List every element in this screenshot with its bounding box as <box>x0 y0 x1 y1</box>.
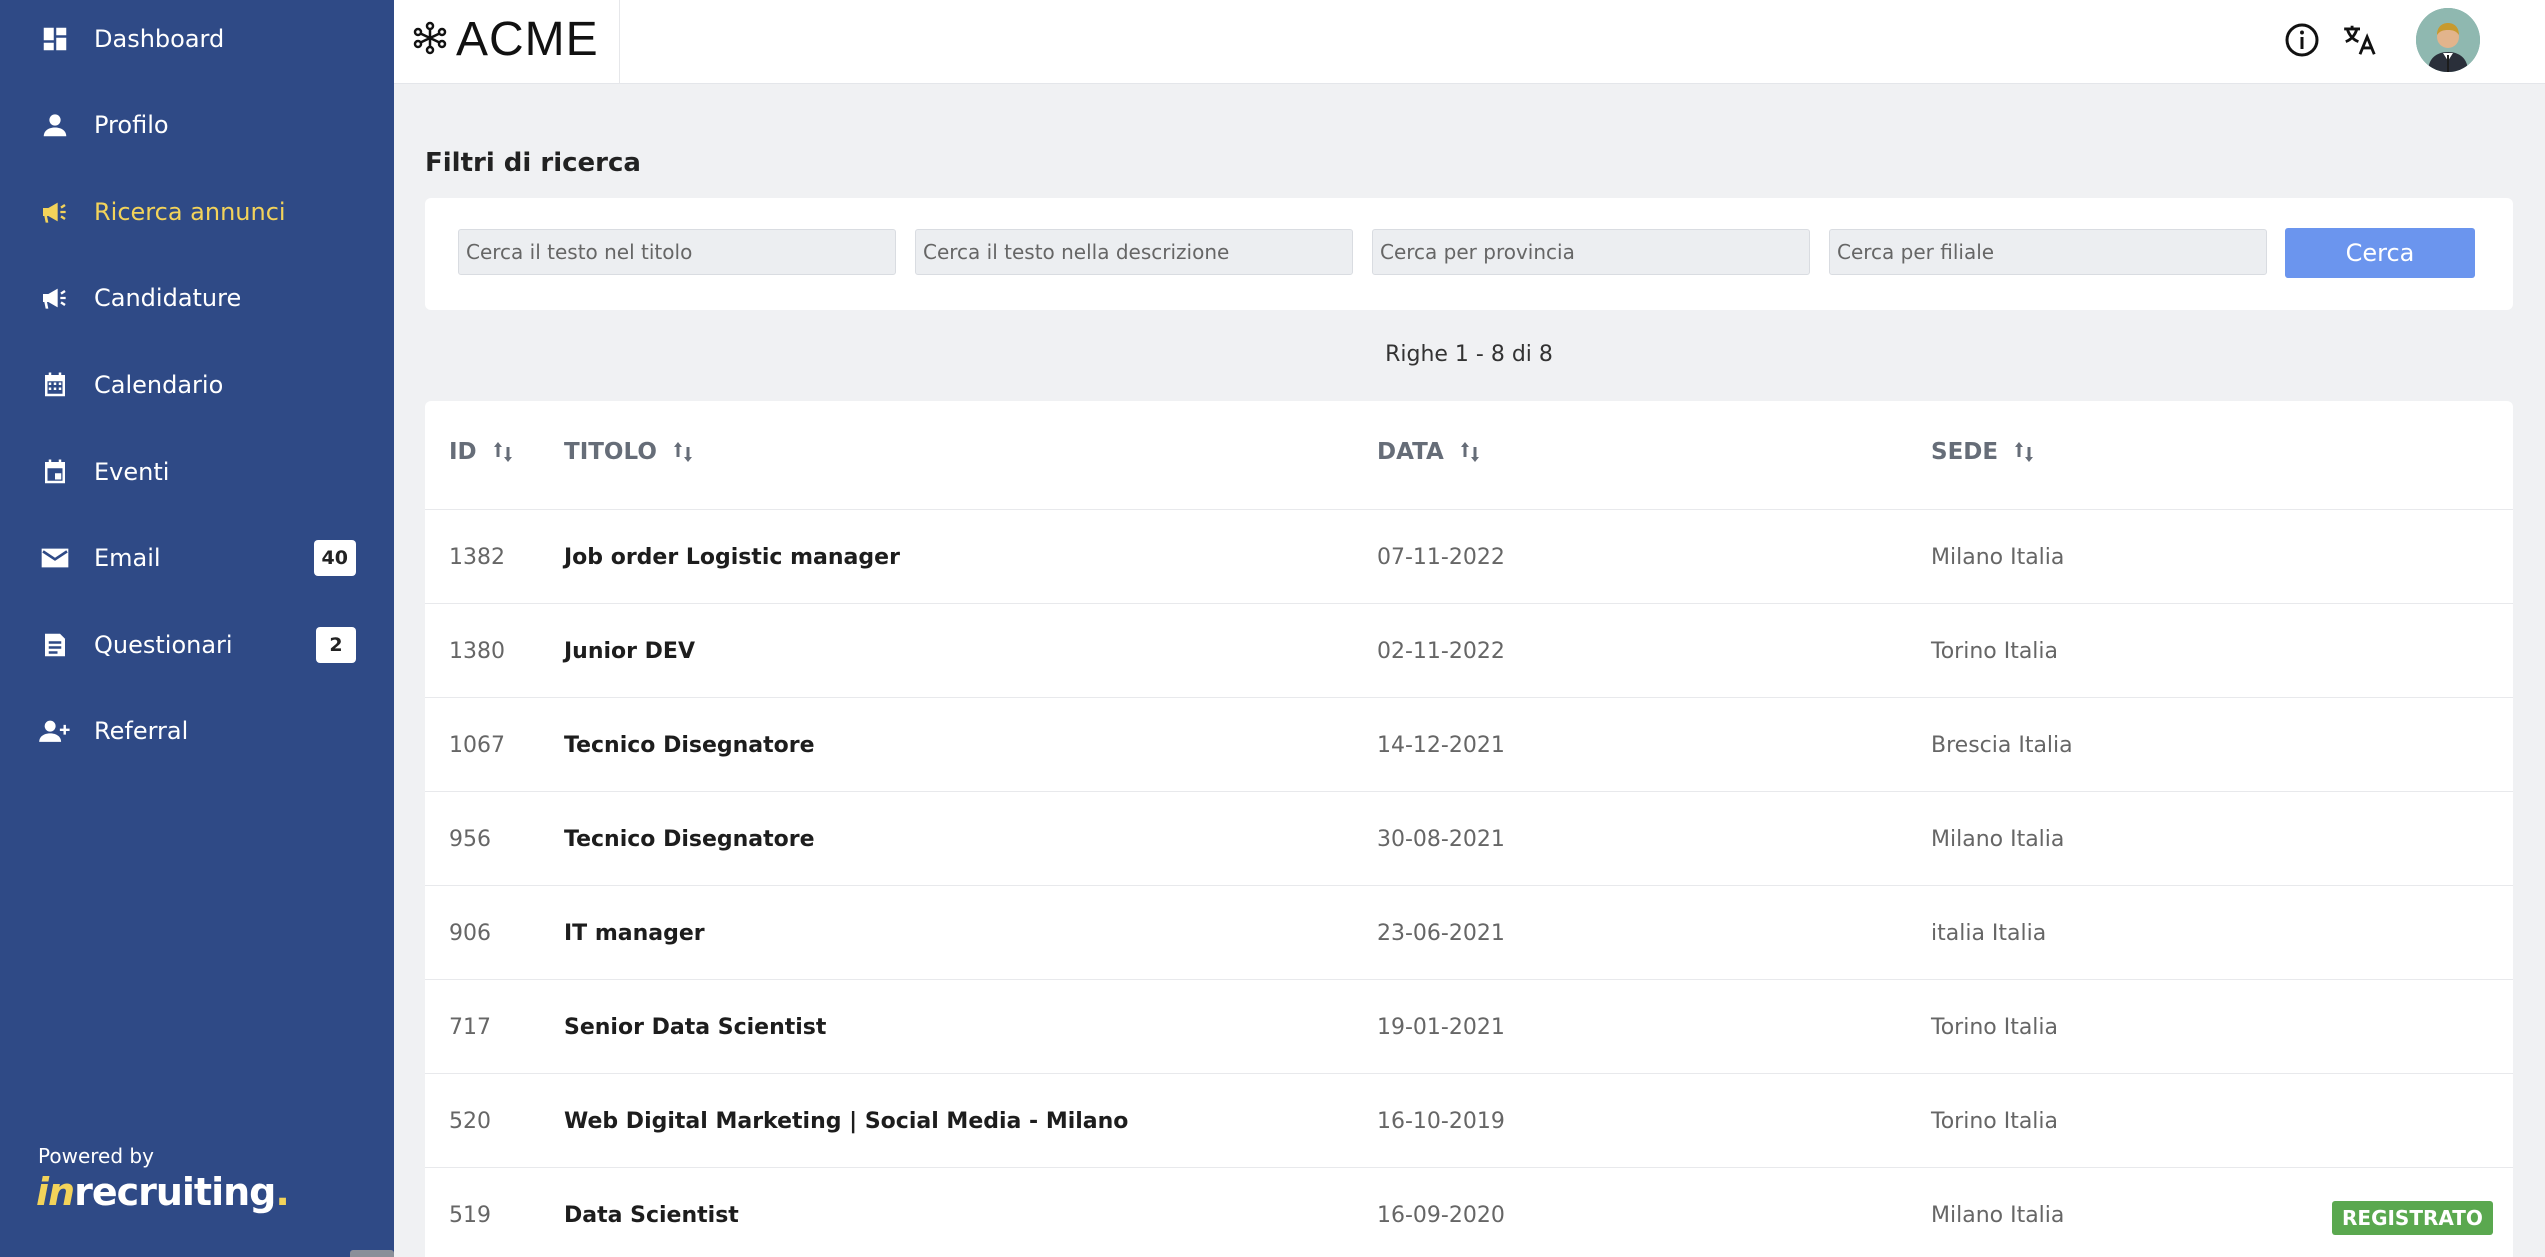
person-icon <box>38 108 72 142</box>
sort-icon <box>1460 442 1479 462</box>
event-icon <box>38 455 72 489</box>
row-location: Torino Italia <box>1931 638 2059 664</box>
row-id: 520 <box>449 1108 491 1134</box>
filters-panel: Cerca <box>425 198 2513 310</box>
sidebar-item-label: Calendario <box>94 371 224 399</box>
calendar-icon <box>38 368 72 402</box>
title-search-input[interactable] <box>458 229 896 275</box>
row-date: 30-08-2021 <box>1377 826 1505 852</box>
column-header-titolo[interactable]: TITOLO <box>564 439 693 465</box>
sidebar-item-email[interactable]: Email 40 <box>0 528 394 588</box>
sidebar-item-label: Candidature <box>94 284 242 312</box>
filters-title: Filtri di ricerca <box>425 148 641 178</box>
row-location: Milano Italia <box>1931 544 2065 570</box>
sidebar-item-label: Profilo <box>94 111 169 139</box>
acme-logo-text: ACME <box>456 13 599 66</box>
row-date: 23-06-2021 <box>1377 920 1505 946</box>
sidebar-item-label: Ricerca annunci <box>94 198 286 226</box>
row-date: 07-11-2022 <box>1377 544 1505 570</box>
row-date: 16-09-2020 <box>1377 1202 1505 1228</box>
table-row[interactable]: 519 Data Scientist 16-09-2020 Milano Ita… <box>425 1168 2513 1257</box>
sidebar-item-dashboard[interactable]: Dashboard <box>0 9 394 69</box>
sort-icon <box>2015 442 2034 462</box>
row-title[interactable]: Senior Data Scientist <box>564 980 826 1074</box>
row-id: 717 <box>449 1014 491 1040</box>
table-row[interactable]: 956 Tecnico Disegnatore 30-08-2021 Milan… <box>425 792 2513 886</box>
table-row[interactable]: 1380 Junior DEV 02-11-2022 Torino Italia <box>425 604 2513 698</box>
sidebar-item-label: Questionari <box>94 631 233 659</box>
sidebar-item-eventi[interactable]: Eventi <box>0 442 394 502</box>
row-date: 16-10-2019 <box>1377 1108 1505 1134</box>
status-badge: REGISTRATO <box>2332 1201 2493 1235</box>
email-count-badge: 40 <box>313 540 356 576</box>
add-person-icon <box>38 714 72 748</box>
sidebar-item-candidature[interactable]: Candidature <box>0 268 394 328</box>
table-row[interactable]: 906 IT manager 23-06-2021 italia Italia <box>425 886 2513 980</box>
dashboard-icon <box>38 22 72 56</box>
avatar[interactable] <box>2416 8 2480 72</box>
mail-icon <box>38 541 72 575</box>
info-icon[interactable] <box>2282 20 2322 60</box>
row-date: 14-12-2021 <box>1377 732 1505 758</box>
column-header-data[interactable]: DATA <box>1377 439 1480 465</box>
row-title[interactable]: Junior DEV <box>564 604 695 698</box>
sidebar-item-profilo[interactable]: Profilo <box>0 95 394 155</box>
search-button[interactable]: Cerca <box>2285 228 2475 278</box>
row-location: Torino Italia <box>1931 1014 2059 1040</box>
description-search-input[interactable] <box>915 229 1353 275</box>
row-date: 19-01-2021 <box>1377 1014 1505 1040</box>
table-row[interactable]: 1067 Tecnico Disegnatore 14-12-2021 Bres… <box>425 698 2513 792</box>
sidebar-item-questionari[interactable]: Questionari 2 <box>0 615 394 675</box>
rows-count-info: Righe 1 - 8 di 8 <box>1385 342 1553 367</box>
table-row[interactable]: 717 Senior Data Scientist 19-01-2021 Tor… <box>425 980 2513 1074</box>
row-date: 02-11-2022 <box>1377 638 1505 664</box>
row-title[interactable]: Web Digital Marketing | Social Media - M… <box>564 1074 1128 1168</box>
top-bar: ACME <box>394 0 2545 84</box>
questionari-count-badge: 2 <box>316 627 356 663</box>
row-title[interactable]: Job order Logistic manager <box>564 510 900 604</box>
table-row[interactable]: 520 Web Digital Marketing | Social Media… <box>425 1074 2513 1168</box>
sidebar-item-label: Eventi <box>94 458 170 486</box>
row-location: Brescia Italia <box>1931 732 2073 758</box>
column-header-sede[interactable]: SEDE <box>1931 439 2034 465</box>
acme-logo[interactable]: ACME <box>394 0 620 84</box>
row-id: 956 <box>449 826 491 852</box>
row-id: 1380 <box>449 638 505 664</box>
sidebar-item-label: Email <box>94 544 161 572</box>
sort-icon <box>673 442 692 462</box>
branch-search-input[interactable] <box>1829 229 2267 275</box>
translate-icon[interactable] <box>2340 20 2380 60</box>
inrecruiting-logo: inrecruiting. <box>36 1170 290 1214</box>
row-id: 519 <box>449 1202 491 1228</box>
sidebar-item-label: Dashboard <box>94 25 225 53</box>
table-row[interactable]: 1382 Job order Logistic manager 07-11-20… <box>425 510 2513 604</box>
sort-icon <box>493 442 512 462</box>
row-title[interactable]: Data Scientist <box>564 1168 739 1257</box>
document-icon <box>38 628 72 662</box>
row-title[interactable]: IT manager <box>564 886 705 980</box>
column-header-id[interactable]: ID <box>449 439 513 465</box>
row-location: Torino Italia <box>1931 1108 2059 1134</box>
megaphone-icon <box>38 195 72 229</box>
row-title[interactable]: Tecnico Disegnatore <box>564 792 815 886</box>
sidebar-item-ricerca-annunci[interactable]: Ricerca annunci <box>0 182 394 242</box>
row-id: 906 <box>449 920 491 946</box>
sidebar-item-referral[interactable]: Referral <box>0 701 394 761</box>
row-title[interactable]: Tecnico Disegnatore <box>564 698 815 792</box>
acme-logo-icon <box>413 21 447 55</box>
province-search-input[interactable] <box>1372 229 1810 275</box>
scrollbar-thumb[interactable] <box>350 1250 394 1257</box>
powered-by-label: Powered by <box>38 1144 154 1168</box>
row-location: italia Italia <box>1931 920 2047 946</box>
job-listings-table: ID TITOLO DATA SEDE 1382 Job order Logis… <box>425 401 2513 1257</box>
row-id: 1382 <box>449 544 505 570</box>
row-location: Milano Italia <box>1931 826 2065 852</box>
sidebar-item-label: Referral <box>94 717 189 745</box>
row-id: 1067 <box>449 732 505 758</box>
sidebar: Dashboard Profilo Ricerca annunci Candid… <box>0 0 394 1257</box>
megaphone-icon <box>38 281 72 315</box>
row-location: Milano Italia <box>1931 1202 2065 1228</box>
